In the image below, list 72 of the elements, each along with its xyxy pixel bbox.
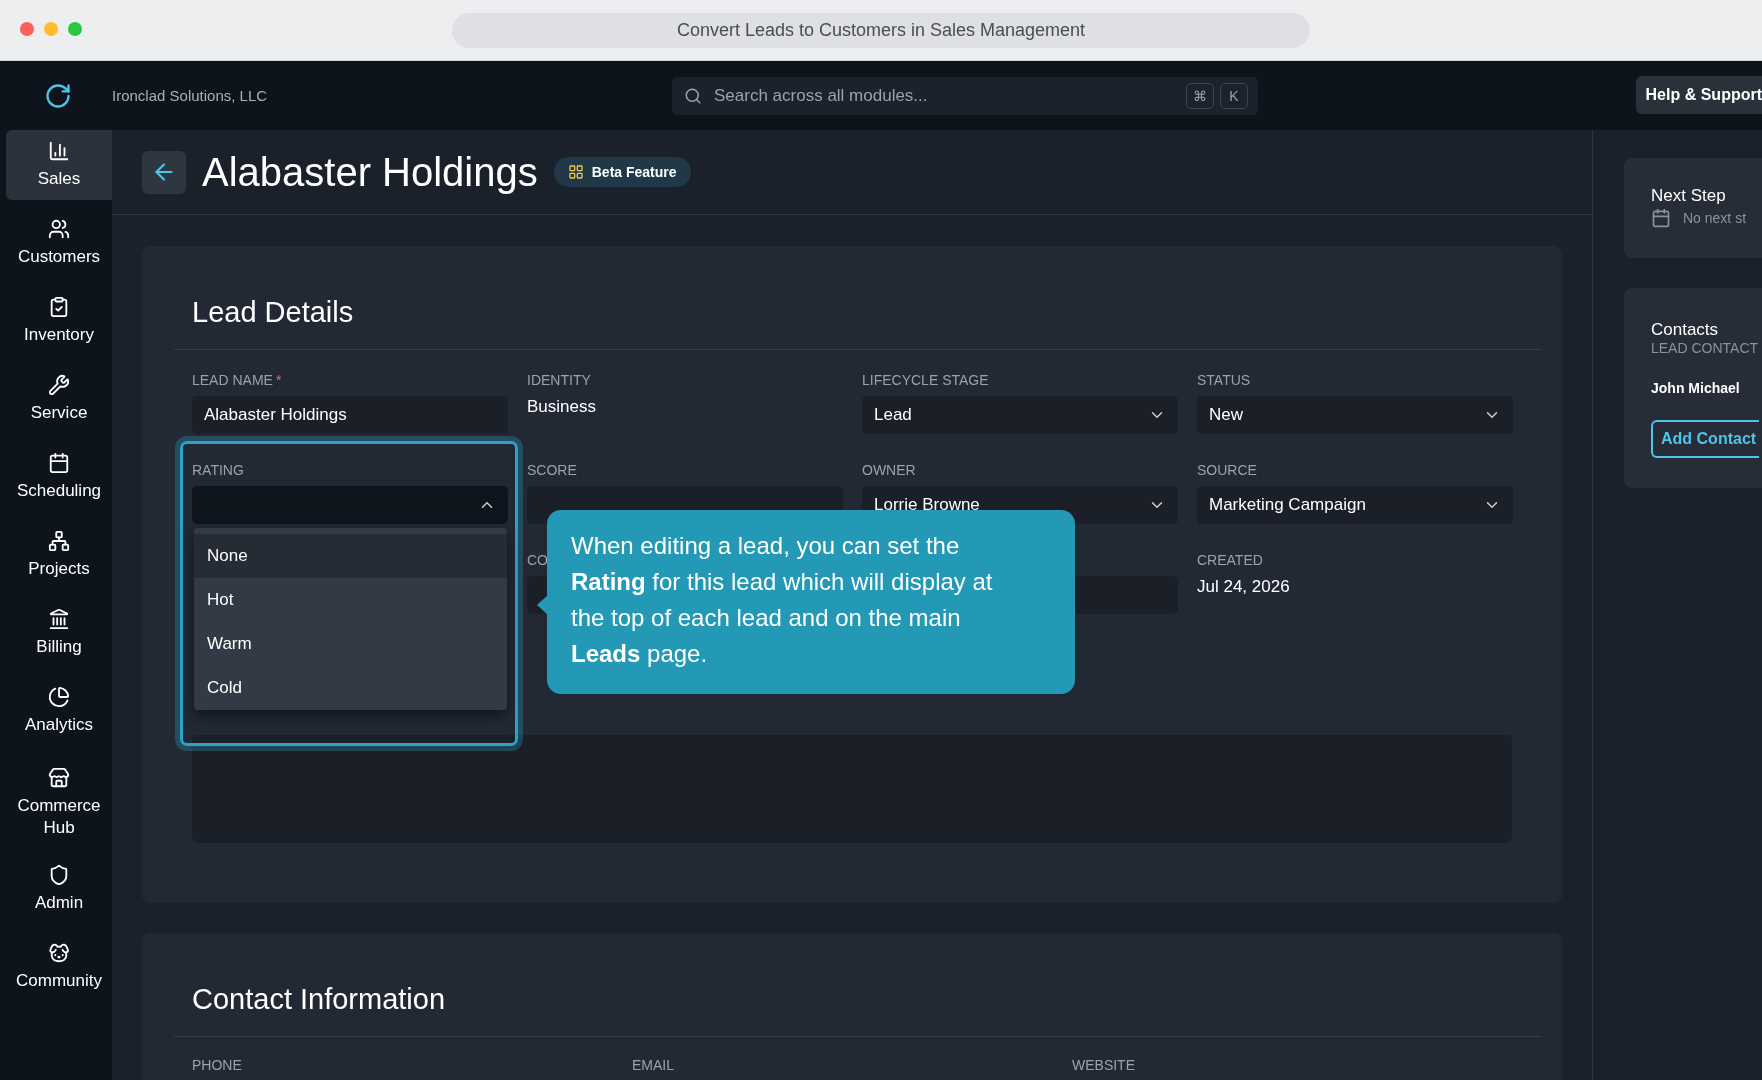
clipboard-check-icon <box>48 296 70 318</box>
field-label: RATING <box>192 462 244 478</box>
section-title: Lead Details <box>174 296 1542 350</box>
card-subtitle: LEAD CONTACT <box>1651 340 1760 356</box>
field-label: SOURCE <box>1197 462 1257 478</box>
minimize-icon[interactable] <box>44 22 58 36</box>
pie-chart-icon <box>48 686 70 708</box>
menu-option[interactable]: None <box>194 534 507 578</box>
field-label: CO <box>527 552 548 568</box>
sidebar-item[interactable]: Customers <box>6 208 112 278</box>
sidebar-item[interactable]: Sales <box>6 130 112 200</box>
help-button[interactable]: Help & Support <box>1635 76 1762 114</box>
sidebar-item[interactable]: Service <box>6 364 112 434</box>
select-field[interactable]: New <box>1197 396 1513 434</box>
sidebar-item[interactable]: Billing <box>6 598 112 668</box>
select-field[interactable] <box>192 486 508 524</box>
window-title: Convert Leads to Customers in Sales Management <box>452 12 1310 48</box>
field-label: EMAIL <box>632 1057 675 1073</box>
menu-option[interactable]: Hot <box>194 578 507 622</box>
bar-chart-icon <box>48 140 70 162</box>
grid-icon <box>567 164 584 180</box>
page-title: Alabaster Holdings <box>202 149 538 195</box>
tools-icon <box>48 374 70 396</box>
shortcut-key: K <box>1220 82 1248 109</box>
field-label: CREATED <box>1197 552 1263 568</box>
search-icon <box>684 86 702 105</box>
section-title: Contact Information <box>174 983 1542 1037</box>
field-value: Jul 24, 2026 <box>1197 576 1290 598</box>
sidebar-item[interactable]: Commerce Hub <box>6 754 112 852</box>
back-button[interactable] <box>142 150 186 194</box>
calendar-icon <box>48 452 70 474</box>
card-title: Next Step <box>1651 186 1727 206</box>
field-label: SCORE <box>527 462 577 478</box>
sidebar-item[interactable]: Inventory <box>6 286 112 356</box>
calendar-icon <box>1651 208 1671 228</box>
field-label: WEBSITE <box>1072 1057 1136 1073</box>
add-contact-button[interactable]: Add Contact <box>1651 420 1759 458</box>
bank-icon <box>48 608 70 630</box>
sidebar-item[interactable]: Projects <box>6 520 112 590</box>
select-field[interactable]: Lead <box>862 396 1178 434</box>
sidebar-item[interactable]: Admin <box>6 854 112 924</box>
dog-icon <box>48 942 70 964</box>
company-name: Ironclad Solutions, LLC <box>112 87 269 104</box>
logo-icon[interactable] <box>44 81 72 110</box>
required-mark: * <box>275 372 282 388</box>
close-icon[interactable] <box>20 22 34 36</box>
notes-field[interactable] <box>192 735 1512 843</box>
sidebar-item[interactable]: Community <box>6 932 112 1002</box>
sidebar-item[interactable]: Scheduling <box>6 442 112 512</box>
beta-badge: Beta Feature <box>553 157 691 187</box>
field-value: Business <box>527 396 596 418</box>
field-label: PHONE <box>192 1057 243 1073</box>
field-label: IDENTITY <box>527 372 591 388</box>
hierarchy-icon <box>48 530 70 552</box>
field-label: LIFECYCLE STAGE <box>862 372 989 388</box>
maximize-icon[interactable] <box>68 22 82 36</box>
menu-option[interactable]: Warm <box>194 622 507 666</box>
people-icon <box>48 218 70 240</box>
shield-icon <box>48 864 70 886</box>
card-title: Contacts <box>1651 320 1720 340</box>
field-label: LEAD NAME <box>192 372 273 388</box>
select-field[interactable]: Marketing Campaign <box>1197 486 1513 524</box>
store-icon <box>48 767 70 789</box>
tooltip-text: When editing a lead, you can set the Rating for this lead which will display at the top of each lead and on the main Leads page. <box>571 531 994 669</box>
contact-name: John Michael <box>1651 380 1741 396</box>
next-step-text: No next st <box>1683 210 1747 226</box>
field-label: STATUS <box>1197 372 1251 388</box>
sidebar-item[interactable]: Analytics <box>6 676 112 746</box>
menu-option[interactable]: Cold <box>194 666 507 710</box>
text-field[interactable]: Alabaster Holdings <box>192 396 508 434</box>
shortcut-key: ⌘ <box>1186 82 1214 109</box>
field-label: OWNER <box>862 462 916 478</box>
